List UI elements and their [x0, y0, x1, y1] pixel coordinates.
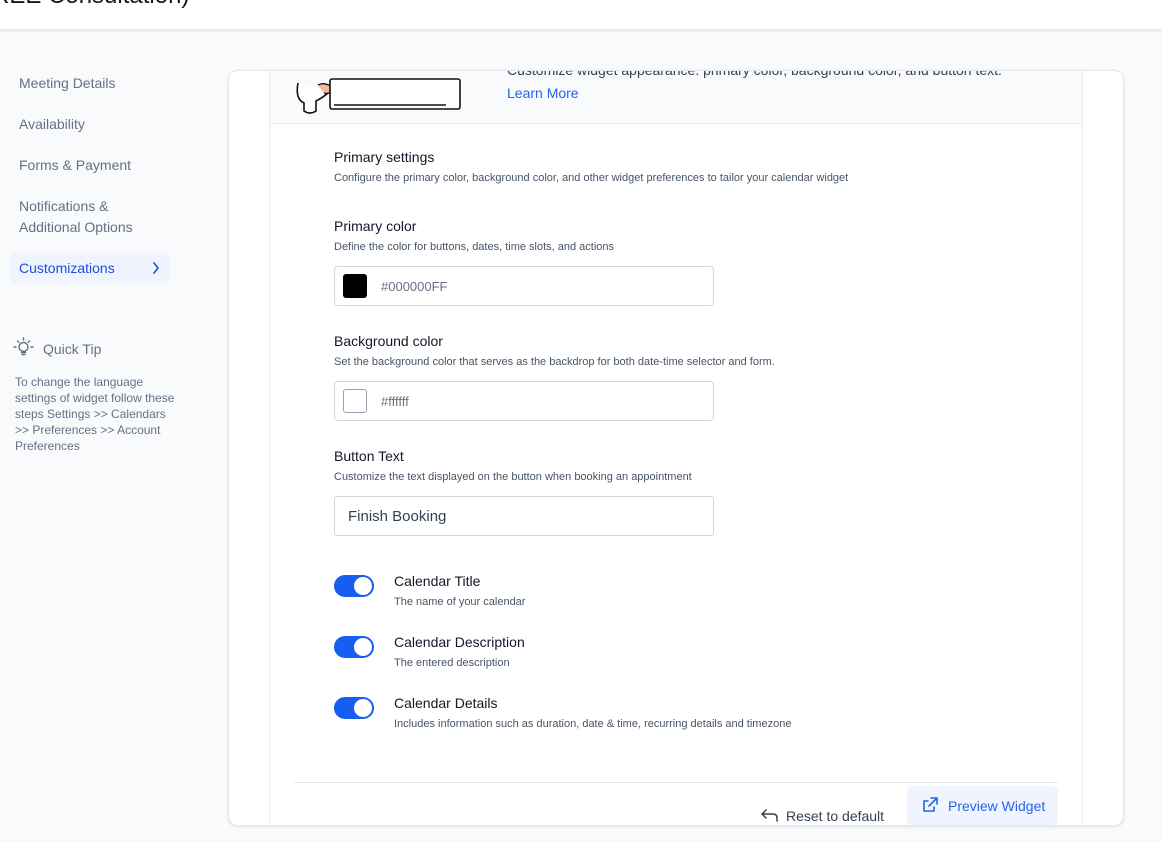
chevron-right-icon — [151, 253, 161, 294]
quick-tip-title: Quick Tip — [43, 341, 102, 357]
external-link-icon — [921, 796, 939, 817]
lightbulb-icon — [13, 337, 43, 361]
primary-color-section: Primary color Define the color for butto… — [334, 217, 614, 254]
calendar-description-toggle[interactable] — [334, 636, 374, 658]
page-title: REE Consultation) — [0, 0, 189, 10]
button-text-label: Button Text — [334, 448, 404, 464]
background-color-section: Background color Set the background colo… — [334, 332, 775, 369]
toggle-label: Calendar Description — [394, 634, 525, 650]
section-title: Primary settings — [334, 149, 435, 165]
primary-color-label: Primary color — [334, 218, 417, 234]
primary-settings-section: Primary settings Configure the primary c… — [334, 148, 848, 185]
background-color-swatch[interactable] — [343, 389, 367, 413]
toggle-label: Calendar Title — [394, 573, 481, 589]
primary-color-field[interactable]: #000000FF — [334, 266, 714, 306]
background-color-value: #ffffff — [381, 393, 409, 409]
reset-label: Reset to default — [786, 808, 885, 824]
sidebar-item-notifications[interactable]: Notifications & Additional Options — [11, 196, 171, 238]
info-banner: Customize widget appearance: primary col… — [270, 70, 1082, 124]
toggle-description: The entered description — [394, 657, 510, 669]
preview-widget-button[interactable]: Preview Widget — [907, 786, 1058, 825]
divider — [294, 782, 1058, 783]
sidebar-nav: Meeting Details Availability Forms & Pay… — [0, 29, 200, 842]
toggle-description: Includes information such as duration, d… — [394, 718, 792, 730]
banner-text: Customize widget appearance: primary col… — [507, 70, 1002, 78]
customization-card: Customize widget appearance: primary col… — [228, 70, 1124, 826]
primary-color-value: #000000FF — [381, 278, 448, 294]
sidebar-item-meeting-details[interactable]: Meeting Details — [11, 73, 171, 94]
learn-more-link[interactable]: Learn More — [507, 85, 579, 101]
primary-color-description: Define the color for buttons, dates, tim… — [334, 241, 615, 253]
section-description: Configure the primary color, background … — [334, 172, 849, 184]
preview-label: Preview Widget — [948, 798, 1046, 814]
button-text-input[interactable]: Finish Booking — [334, 496, 714, 536]
banner-illustration — [290, 71, 470, 123]
sidebar-item-customizations[interactable]: Customizations — [11, 253, 171, 283]
top-bar: REE Consultation) — [0, 0, 1163, 30]
button-text-description: Customize the text displayed on the butt… — [334, 471, 692, 483]
button-text-value: Finish Booking — [348, 507, 447, 525]
primary-color-swatch[interactable] — [343, 274, 367, 298]
toggle-description: The name of your calendar — [394, 596, 526, 608]
reset-default-button[interactable]: Reset to default — [760, 796, 885, 826]
quick-tip: Quick Tip To change the language setting… — [13, 337, 178, 454]
sidebar-item-forms-payment[interactable]: Forms & Payment — [11, 155, 171, 176]
button-text-section: Button Text Customize the text displayed… — [334, 447, 692, 484]
toggle-label: Calendar Details — [394, 695, 498, 711]
banner-description: Customize widget appearance: primary col… — [507, 70, 1027, 105]
background-color-description: Set the background color that serves as … — [334, 356, 775, 368]
quick-tip-body: To change the language settings of widge… — [15, 375, 175, 453]
calendar-title-toggle[interactable] — [334, 575, 374, 597]
customization-panel: Customize widget appearance: primary col… — [269, 70, 1083, 826]
sidebar-item-label: Customizations — [19, 260, 115, 276]
sidebar-item-availability[interactable]: Availability — [11, 114, 171, 135]
reset-icon — [760, 807, 780, 826]
background-color-label: Background color — [334, 333, 443, 349]
calendar-details-toggle[interactable] — [334, 697, 374, 719]
background-color-field[interactable]: #ffffff — [334, 381, 714, 421]
